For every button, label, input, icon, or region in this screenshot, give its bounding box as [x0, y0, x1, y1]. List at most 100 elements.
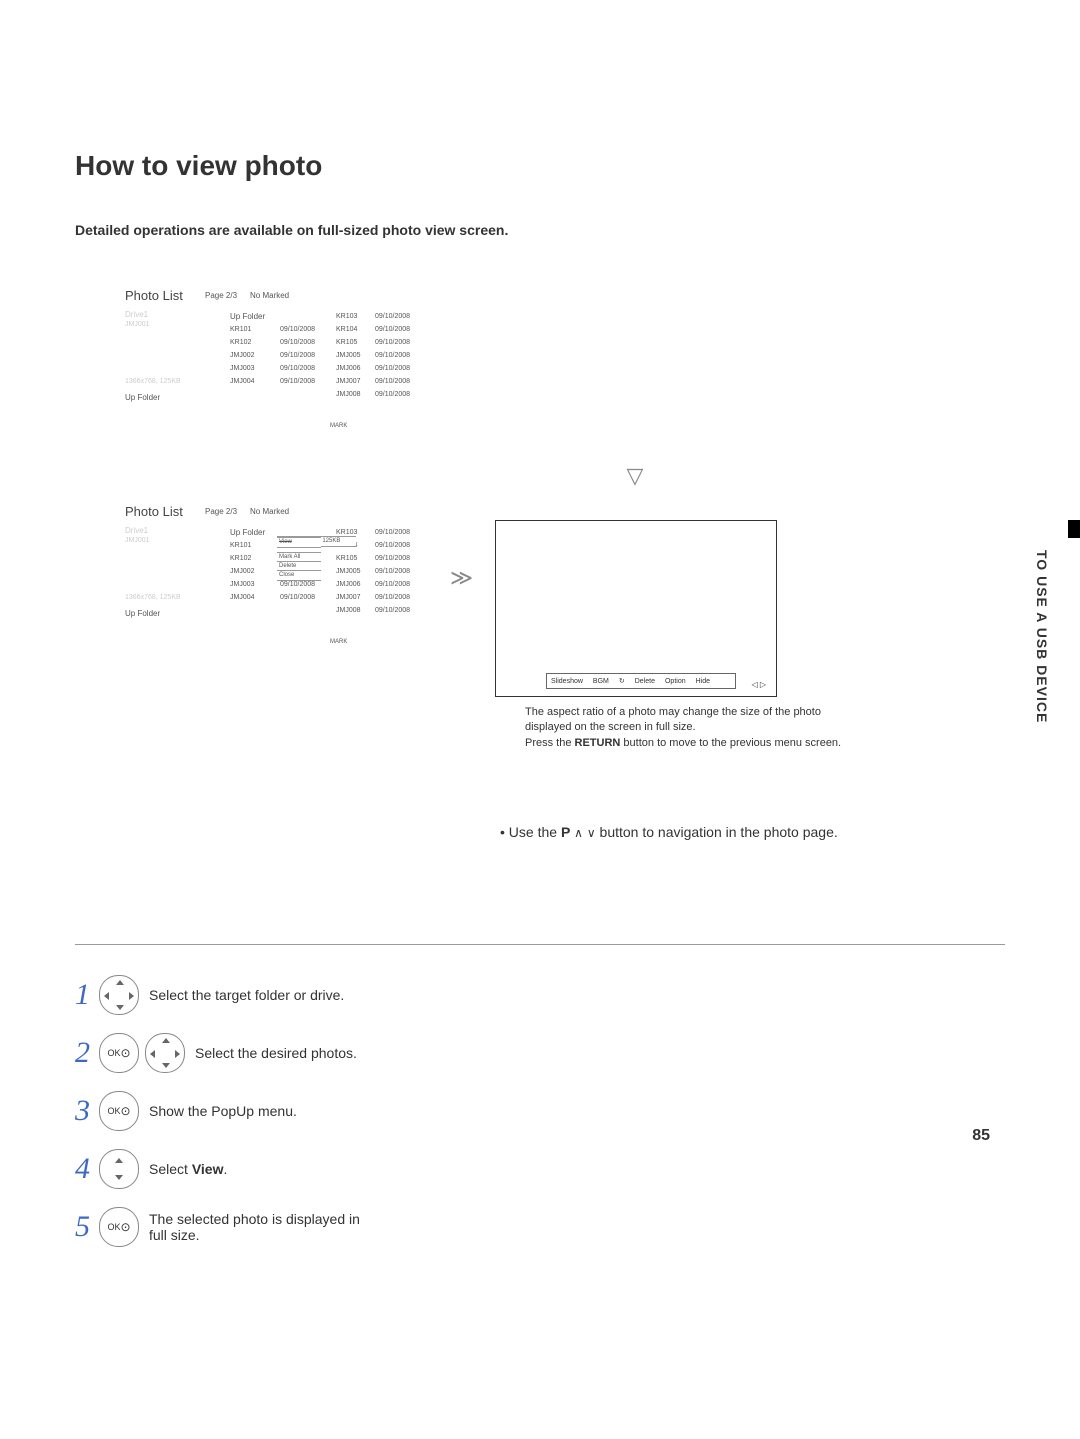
step-text: Select the desired photos. [195, 1045, 357, 1061]
up-folder-left: Up Folder [125, 393, 215, 402]
list-item: JMJ008 [336, 604, 361, 617]
date-item: 09/10/2008 [375, 375, 410, 388]
popup-item-close: Close [277, 570, 321, 581]
date-item: 09/10/2008 [375, 349, 410, 362]
step-number: 2 [75, 1036, 99, 1070]
step-5: 5 OK⊙ The selected photo is displayed in… [75, 1207, 1005, 1247]
fullview-btn-delete: Delete [635, 678, 655, 685]
date-item: 09/10/2008 [375, 604, 410, 617]
fullview-nav-arrows: ◁ ▷ [751, 680, 766, 689]
list-item: KR101 [230, 539, 265, 552]
date-item: 09/10/2008 [280, 323, 315, 336]
step-number: 4 [75, 1152, 99, 1186]
list-item: KR105 [336, 336, 361, 349]
ok-button-icon: OK⊙ [99, 1033, 139, 1073]
step-text: Show the PopUp menu. [149, 1103, 297, 1119]
list-item: JMJ007 [336, 591, 361, 604]
nav-button-icon [145, 1033, 185, 1073]
step-2: 2 OK⊙ Select the desired photos. [75, 1033, 1005, 1073]
list-item: JMJ004 [230, 591, 265, 604]
up-folder-col: Up Folder [230, 526, 265, 539]
ok-button-icon: OK⊙ [99, 1207, 139, 1247]
fullview-panel: Slideshow BGM ↻ Delete Option Hide ◁ ▷ [495, 520, 777, 697]
up-folder-left: Up Folder [125, 609, 215, 618]
photo-list-panel-top: Photo List Page 2/3 No Marked Drive1 JMJ… [125, 288, 445, 438]
chevron-up-icon: ∧ [574, 826, 583, 840]
note-line-2: Press the RETURN button to move to the p… [525, 736, 855, 751]
list-item: KR102 [230, 336, 265, 349]
step-text: The selected photo is displayed in full … [149, 1211, 369, 1243]
date-item: 09/10/2008 [280, 591, 315, 604]
fullview-btn-rotate: ↻ [619, 677, 625, 685]
popup-item-view: View [277, 537, 321, 548]
page-number: 85 [972, 1127, 990, 1145]
list-item: KR105 [336, 552, 361, 565]
panel-title: Photo List [125, 504, 183, 519]
right-arrow-icon: ≫ [450, 565, 473, 591]
panel-marked: No Marked [250, 507, 289, 516]
date-item: 09/10/2008 [280, 336, 315, 349]
date-item: 09/10/2008 [375, 323, 410, 336]
jmj-label: JMJ001 [125, 537, 150, 544]
step-number: 1 [75, 978, 99, 1012]
panel-page: Page 2/3 [205, 507, 237, 516]
chevron-down-icon: ∨ [587, 826, 596, 840]
step-text: Select View. [149, 1161, 227, 1177]
photo-list-panel-bottom: Photo List Page 2/3 No Marked Drive1 JMJ… [125, 504, 445, 654]
resolution-label: 1366x768, 125KB [125, 378, 215, 385]
notes-block: The aspect ratio of a photo may change t… [525, 705, 855, 751]
drive-label: Drive1 [125, 310, 148, 319]
list-item: JMJ005 [336, 565, 361, 578]
step-text: Select the target folder or drive. [149, 987, 344, 1003]
ok-button-icon: OK⊙ [99, 1091, 139, 1131]
list-item: JMJ006 [336, 578, 361, 591]
list-item: JMJ004 [230, 375, 265, 388]
fullview-btn-slideshow: Slideshow [551, 678, 583, 685]
date-item: 09/10/2008 [280, 362, 315, 375]
panel-marked: No Marked [250, 291, 289, 300]
fullview-toolbar: Slideshow BGM ↻ Delete Option Hide [546, 673, 736, 689]
drive-label: Drive1 [125, 526, 148, 535]
list-item: JMJ007 [336, 375, 361, 388]
list-item: KR101 [230, 323, 265, 336]
date-item: 09/10/2008 [375, 310, 410, 323]
list-item: JMJ002 [230, 349, 265, 362]
list-item: JMJ003 [230, 578, 265, 591]
page-title: How to view photo [75, 150, 1005, 182]
date-item: 09/10/2008 [375, 362, 410, 375]
date-item: 09/10/2008 [375, 591, 410, 604]
mark-label: MARK [330, 423, 347, 429]
step-3: 3 OK⊙ Show the PopUp menu. [75, 1091, 1005, 1131]
subtitle: Detailed operations are available on ful… [75, 222, 1005, 238]
list-item: JMJ008 [336, 388, 361, 401]
list-item: JMJ003 [230, 362, 265, 375]
up-folder-col: Up Folder [230, 310, 265, 323]
side-vertical-text: TO USE A USB DEVICE [1034, 550, 1050, 723]
navigation-tip: • Use the P ∧ ∨ button to navigation in … [500, 822, 860, 843]
panel-title: Photo List [125, 288, 183, 303]
mark-label: MARK [330, 639, 347, 645]
list-item: JMJ006 [336, 362, 361, 375]
down-arrow-icon: ▽ [265, 463, 1005, 489]
fullview-btn-bgm: BGM [593, 678, 609, 685]
side-tab-icon [1068, 520, 1080, 538]
panel-page: Page 2/3 [205, 291, 237, 300]
list-item: KR104 [336, 323, 361, 336]
date-item: 09/10/2008 [375, 336, 410, 349]
date-item: 09/10/2008 [375, 539, 410, 552]
date-item: 09/10/2008 [375, 552, 410, 565]
date-item: 09/10/2008 [280, 375, 315, 388]
note-line-1: The aspect ratio of a photo may change t… [525, 705, 855, 736]
list-item: JMJ005 [336, 349, 361, 362]
step-number: 5 [75, 1210, 99, 1244]
jmj-label: JMJ001 [125, 321, 150, 328]
divider [75, 944, 1005, 945]
step-4: 4 Select View. [75, 1149, 1005, 1189]
list-item: KR102 [230, 552, 265, 565]
fullview-btn-hide: Hide [696, 678, 710, 685]
date-item: 09/10/2008 [375, 526, 410, 539]
date-item: 09/10/2008 [280, 349, 315, 362]
date-item: 09/10/2008 [375, 388, 410, 401]
fullview-btn-option: Option [665, 678, 686, 685]
step-number: 3 [75, 1094, 99, 1128]
